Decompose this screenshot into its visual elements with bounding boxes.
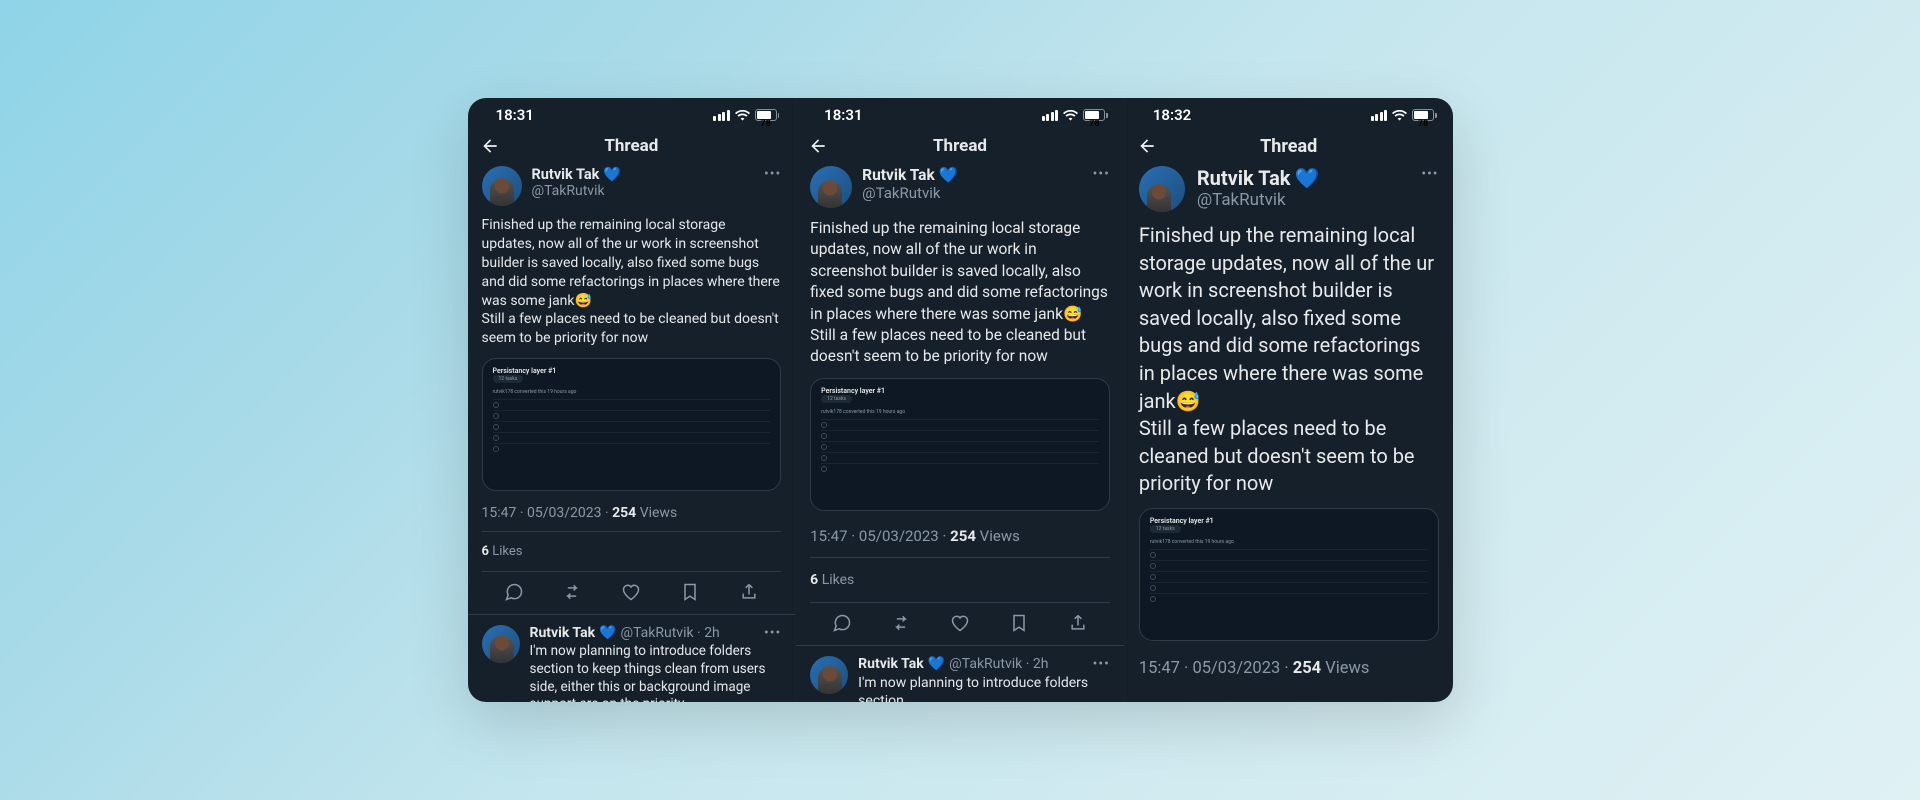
- screenshot-large: 18:32 78 Thread Rutvik Tak 💙: [1124, 98, 1453, 702]
- author-handle[interactable]: @TakRutvik: [1197, 190, 1320, 210]
- wifi-icon: [735, 110, 750, 121]
- likes-count[interactable]: 6 Likes: [482, 532, 782, 571]
- page-title: Thread: [1125, 136, 1453, 157]
- battery-icon: 78: [755, 109, 780, 121]
- author-name[interactable]: Rutvik Tak: [532, 166, 600, 183]
- reply-text: I'm now planning to introduce folders se…: [858, 674, 1110, 702]
- share-icon[interactable]: [739, 582, 759, 602]
- bookmark-icon[interactable]: [1009, 613, 1029, 633]
- reply-icon[interactable]: [832, 613, 852, 633]
- screenshot-medium: 18:31 78 Thread Rutvik Tak 💙: [795, 98, 1124, 702]
- likes-count[interactable]: 6 Likes: [810, 558, 1110, 602]
- retweet-icon[interactable]: [891, 613, 911, 633]
- wifi-icon: [1392, 110, 1407, 121]
- cellular-icon: [1371, 110, 1388, 121]
- screenshot-small: 18:31 78 Thread Rutvik Tak 💙: [468, 98, 796, 702]
- author-name[interactable]: Rutvik Tak: [858, 656, 924, 672]
- topbar: Thread: [468, 128, 796, 166]
- screenshot-comparison: 18:31 78 Thread Rutvik Tak 💙: [468, 98, 1453, 702]
- more-icon[interactable]: •••: [764, 625, 781, 641]
- page-title: Thread: [468, 136, 796, 156]
- reply-meta: @TakRutvik · 2h: [621, 625, 720, 641]
- bookmark-icon[interactable]: [680, 582, 700, 602]
- reply-tweet[interactable]: Rutvik Tak 💙 @TakRutvik · 2h ••• I'm now…: [796, 645, 1124, 702]
- avatar[interactable]: [482, 166, 522, 206]
- reply-meta: @TakRutvik · 2h: [949, 656, 1048, 672]
- clock: 18:31: [824, 106, 862, 124]
- heart-emoji: 💙: [1295, 166, 1320, 190]
- tweet-text: Finished up the remaining local storage …: [1139, 222, 1439, 498]
- clock: 18:31: [496, 106, 534, 124]
- page-title: Thread: [796, 136, 1124, 156]
- author-handle[interactable]: @TakRutvik: [862, 184, 958, 202]
- status-bar: 18:31 78: [468, 98, 796, 128]
- more-icon[interactable]: •••: [1421, 166, 1438, 182]
- tweet-media[interactable]: Persistancy layer #1 12 tasks rutvik178 …: [482, 358, 782, 491]
- clock: 18:32: [1153, 106, 1191, 124]
- battery-icon: 78: [1083, 109, 1108, 121]
- back-icon[interactable]: [808, 136, 828, 156]
- status-bar: 18:31 78: [796, 98, 1124, 128]
- topbar: Thread: [1125, 128, 1453, 166]
- heart-emoji: 💙: [603, 166, 621, 183]
- action-row: [482, 572, 782, 614]
- more-icon[interactable]: •••: [764, 166, 781, 182]
- heart-emoji: 💙: [939, 166, 958, 184]
- tweet-text: Finished up the remaining local storage …: [810, 218, 1110, 368]
- status-bar: 18:32 78: [1125, 98, 1453, 128]
- reply-tweet[interactable]: Rutvik Tak 💙 @TakRutvik · 2h ••• I'm now…: [468, 614, 796, 702]
- tweet-meta: 15:47 · 05/03/2023 · 254 Views: [810, 527, 1110, 545]
- avatar[interactable]: [810, 166, 852, 208]
- reply-icon[interactable]: [504, 582, 524, 602]
- author-name[interactable]: Rutvik Tak: [1197, 166, 1291, 190]
- share-icon[interactable]: [1068, 613, 1088, 633]
- battery-icon: 78: [1412, 109, 1437, 121]
- main-tweet[interactable]: Rutvik Tak 💙 @TakRutvik ••• Finished up …: [1125, 166, 1453, 688]
- topbar: Thread: [796, 128, 1124, 166]
- avatar[interactable]: [810, 656, 848, 694]
- like-icon[interactable]: [621, 582, 641, 602]
- author-name[interactable]: Rutvik Tak: [530, 625, 596, 641]
- cellular-icon: [1042, 110, 1059, 121]
- reply-text: I'm now planning to introduce folders se…: [530, 643, 782, 702]
- main-tweet[interactable]: Rutvik Tak 💙 @TakRutvik ••• Finished up …: [468, 166, 796, 614]
- wifi-icon: [1063, 110, 1078, 121]
- author-name[interactable]: Rutvik Tak: [862, 166, 935, 184]
- retweet-icon[interactable]: [562, 582, 582, 602]
- author-handle[interactable]: @TakRutvik: [532, 183, 622, 199]
- main-tweet[interactable]: Rutvik Tak 💙 @TakRutvik ••• Finished up …: [796, 166, 1124, 645]
- cellular-icon: [713, 110, 730, 121]
- heart-emoji: 💙: [599, 625, 616, 641]
- tweet-media[interactable]: Persistancy layer #1 12 tasks rutvik178 …: [810, 378, 1110, 511]
- tweet-meta: 15:47 · 05/03/2023 · 254 Views: [482, 505, 782, 521]
- back-icon[interactable]: [1137, 136, 1157, 156]
- tweet-text: Finished up the remaining local storage …: [482, 216, 782, 348]
- more-icon[interactable]: •••: [1093, 656, 1110, 672]
- like-icon[interactable]: [950, 613, 970, 633]
- avatar[interactable]: [1139, 166, 1185, 212]
- action-row: [810, 603, 1110, 645]
- back-icon[interactable]: [480, 136, 500, 156]
- avatar[interactable]: [482, 625, 520, 663]
- tweet-media[interactable]: Persistancy layer #1 12 tasks rutvik178 …: [1139, 508, 1439, 641]
- tweet-meta: 15:47 · 05/03/2023 · 254 Views: [1139, 659, 1439, 678]
- heart-emoji: 💙: [928, 656, 945, 672]
- more-icon[interactable]: •••: [1093, 166, 1110, 182]
